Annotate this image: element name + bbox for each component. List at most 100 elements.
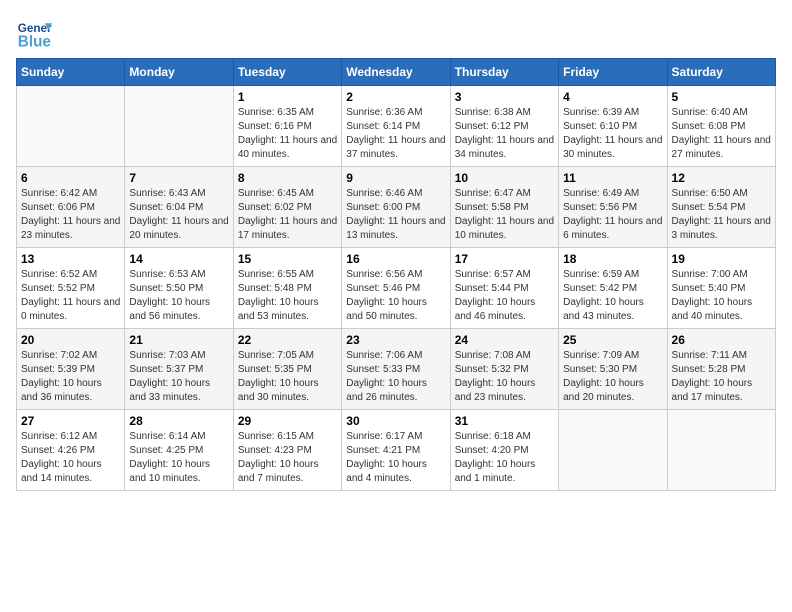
day-info: Sunrise: 7:11 AM Sunset: 5:28 PM Dayligh… xyxy=(672,349,771,405)
day-info: Sunrise: 7:05 AM Sunset: 5:35 PM Dayligh… xyxy=(238,349,337,405)
calendar-cell: 14 Sunrise: 6:53 AM Sunset: 5:50 PM Dayli… xyxy=(125,248,233,329)
calendar-cell: 21 Sunrise: 7:03 AM Sunset: 5:37 PM Dayli… xyxy=(125,329,233,410)
calendar-week: 1Sunrise: 6:35 AM Sunset: 6:16 PM Daylig… xyxy=(17,86,776,167)
day-number: 11 xyxy=(563,171,662,185)
day-number: 6 xyxy=(21,171,120,185)
day-info: Sunrise: 6:17 AM Sunset: 4:21 PM Dayligh… xyxy=(346,430,445,486)
calendar-cell: 5 Sunrise: 6:40 AM Sunset: 6:08 PM Daylig… xyxy=(667,86,775,167)
weekday-header: Monday xyxy=(125,59,233,86)
calendar-week: 20Sunrise: 7:02 AM Sunset: 5:39 PM Dayli… xyxy=(17,329,776,410)
calendar-cell: 9Sunrise: 6:46 AM Sunset: 6:00 PM Daylig… xyxy=(342,167,450,248)
day-number: 2 xyxy=(346,90,445,104)
day-info: Sunrise: 6:36 AM Sunset: 6:14 PM Dayligh… xyxy=(346,106,445,162)
day-info: Sunrise: 6:45 AM Sunset: 6:02 PM Dayligh… xyxy=(238,187,337,243)
day-info: Sunrise: 6:35 AM Sunset: 6:16 PM Dayligh… xyxy=(238,106,337,162)
weekday-header: Wednesday xyxy=(342,59,450,86)
calendar-cell: 19 Sunrise: 7:00 AM Sunset: 5:40 PM Dayli… xyxy=(667,248,775,329)
calendar-cell: 16 Sunrise: 6:56 AM Sunset: 5:46 PM Dayli… xyxy=(342,248,450,329)
day-info: Sunrise: 6:56 AM Sunset: 5:46 PM Dayligh… xyxy=(346,268,445,324)
calendar-week: 13Sunrise: 6:52 AM Sunset: 5:52 PM Dayli… xyxy=(17,248,776,329)
day-info: Sunrise: 6:55 AM Sunset: 5:48 PM Dayligh… xyxy=(238,268,337,324)
calendar-cell: 24 Sunrise: 7:08 AM Sunset: 5:32 PM Dayli… xyxy=(450,329,558,410)
day-number: 29 xyxy=(238,414,337,428)
calendar-cell: 12 Sunrise: 6:50 AM Sunset: 5:54 PM Dayli… xyxy=(667,167,775,248)
day-number: 27 xyxy=(21,414,120,428)
day-info: Sunrise: 7:03 AM Sunset: 5:37 PM Dayligh… xyxy=(129,349,228,405)
day-info: Sunrise: 6:39 AM Sunset: 6:10 PM Dayligh… xyxy=(563,106,662,162)
day-info: Sunrise: 7:08 AM Sunset: 5:32 PM Dayligh… xyxy=(455,349,554,405)
weekday-header: Sunday xyxy=(17,59,125,86)
calendar-cell: 3 Sunrise: 6:38 AM Sunset: 6:12 PM Daylig… xyxy=(450,86,558,167)
calendar-cell: 25Sunrise: 7:09 AM Sunset: 5:30 PM Dayli… xyxy=(559,329,667,410)
day-number: 30 xyxy=(346,414,445,428)
day-number: 14 xyxy=(129,252,228,266)
day-info: Sunrise: 6:40 AM Sunset: 6:08 PM Dayligh… xyxy=(672,106,771,162)
calendar-cell: 2 Sunrise: 6:36 AM Sunset: 6:14 PM Daylig… xyxy=(342,86,450,167)
logo: General Blue xyxy=(16,16,56,52)
day-number: 9 xyxy=(346,171,445,185)
page-header: General Blue xyxy=(16,16,776,52)
day-info: Sunrise: 6:38 AM Sunset: 6:12 PM Dayligh… xyxy=(455,106,554,162)
day-number: 24 xyxy=(455,333,554,347)
day-info: Sunrise: 7:09 AM Sunset: 5:30 PM Dayligh… xyxy=(563,349,662,405)
calendar-cell xyxy=(667,410,775,491)
day-info: Sunrise: 7:06 AM Sunset: 5:33 PM Dayligh… xyxy=(346,349,445,405)
day-number: 10 xyxy=(455,171,554,185)
calendar-cell: 22 Sunrise: 7:05 AM Sunset: 5:35 PM Dayli… xyxy=(233,329,341,410)
calendar-cell: 4 Sunrise: 6:39 AM Sunset: 6:10 PM Daylig… xyxy=(559,86,667,167)
day-number: 31 xyxy=(455,414,554,428)
day-number: 22 xyxy=(238,333,337,347)
day-info: Sunrise: 7:00 AM Sunset: 5:40 PM Dayligh… xyxy=(672,268,771,324)
day-info: Sunrise: 6:12 AM Sunset: 4:26 PM Dayligh… xyxy=(21,430,120,486)
calendar-cell: 18Sunrise: 6:59 AM Sunset: 5:42 PM Dayli… xyxy=(559,248,667,329)
day-info: Sunrise: 6:15 AM Sunset: 4:23 PM Dayligh… xyxy=(238,430,337,486)
day-info: Sunrise: 6:49 AM Sunset: 5:56 PM Dayligh… xyxy=(563,187,662,243)
day-info: Sunrise: 6:42 AM Sunset: 6:06 PM Dayligh… xyxy=(21,187,120,243)
calendar-cell: 27 Sunrise: 6:12 AM Sunset: 4:26 PM Dayli… xyxy=(17,410,125,491)
calendar-cell xyxy=(125,86,233,167)
day-number: 5 xyxy=(672,90,771,104)
calendar-cell: 10Sunrise: 6:47 AM Sunset: 5:58 PM Dayli… xyxy=(450,167,558,248)
calendar-cell: 15 Sunrise: 6:55 AM Sunset: 5:48 PM Dayli… xyxy=(233,248,341,329)
weekday-header: Tuesday xyxy=(233,59,341,86)
calendar-week: 27 Sunrise: 6:12 AM Sunset: 4:26 PM Dayli… xyxy=(17,410,776,491)
day-number: 7 xyxy=(129,171,228,185)
day-number: 28 xyxy=(129,414,228,428)
day-number: 12 xyxy=(672,171,771,185)
weekday-header: Friday xyxy=(559,59,667,86)
day-info: Sunrise: 6:14 AM Sunset: 4:25 PM Dayligh… xyxy=(129,430,228,486)
day-number: 19 xyxy=(672,252,771,266)
day-number: 3 xyxy=(455,90,554,104)
calendar-cell: 11 Sunrise: 6:49 AM Sunset: 5:56 PM Dayli… xyxy=(559,167,667,248)
day-number: 15 xyxy=(238,252,337,266)
day-info: Sunrise: 6:53 AM Sunset: 5:50 PM Dayligh… xyxy=(129,268,228,324)
weekday-header: Thursday xyxy=(450,59,558,86)
calendar-cell: 7 Sunrise: 6:43 AM Sunset: 6:04 PM Daylig… xyxy=(125,167,233,248)
calendar-cell: 28 Sunrise: 6:14 AM Sunset: 4:25 PM Dayli… xyxy=(125,410,233,491)
day-info: Sunrise: 6:43 AM Sunset: 6:04 PM Dayligh… xyxy=(129,187,228,243)
day-number: 4 xyxy=(563,90,662,104)
calendar-cell: 31Sunrise: 6:18 AM Sunset: 4:20 PM Dayli… xyxy=(450,410,558,491)
day-number: 26 xyxy=(672,333,771,347)
day-number: 13 xyxy=(21,252,120,266)
calendar-cell: 8 Sunrise: 6:45 AM Sunset: 6:02 PM Daylig… xyxy=(233,167,341,248)
calendar-header: SundayMondayTuesdayWednesdayThursdayFrid… xyxy=(17,59,776,86)
svg-text:Blue: Blue xyxy=(18,34,51,51)
day-number: 8 xyxy=(238,171,337,185)
calendar-table: SundayMondayTuesdayWednesdayThursdayFrid… xyxy=(16,58,776,491)
calendar-cell: 13Sunrise: 6:52 AM Sunset: 5:52 PM Dayli… xyxy=(17,248,125,329)
day-number: 18 xyxy=(563,252,662,266)
calendar-cell: 30 Sunrise: 6:17 AM Sunset: 4:21 PM Dayli… xyxy=(342,410,450,491)
day-number: 16 xyxy=(346,252,445,266)
day-info: Sunrise: 6:50 AM Sunset: 5:54 PM Dayligh… xyxy=(672,187,771,243)
calendar-cell: 1Sunrise: 6:35 AM Sunset: 6:16 PM Daylig… xyxy=(233,86,341,167)
calendar-cell: 6 Sunrise: 6:42 AM Sunset: 6:06 PM Daylig… xyxy=(17,167,125,248)
weekday-header: Saturday xyxy=(667,59,775,86)
calendar-cell: 23Sunrise: 7:06 AM Sunset: 5:33 PM Dayli… xyxy=(342,329,450,410)
calendar-cell: 26 Sunrise: 7:11 AM Sunset: 5:28 PM Dayli… xyxy=(667,329,775,410)
calendar-week: 6 Sunrise: 6:42 AM Sunset: 6:06 PM Daylig… xyxy=(17,167,776,248)
day-number: 20 xyxy=(21,333,120,347)
calendar-cell: 20Sunrise: 7:02 AM Sunset: 5:39 PM Dayli… xyxy=(17,329,125,410)
calendar-cell: 29 Sunrise: 6:15 AM Sunset: 4:23 PM Dayli… xyxy=(233,410,341,491)
day-number: 21 xyxy=(129,333,228,347)
